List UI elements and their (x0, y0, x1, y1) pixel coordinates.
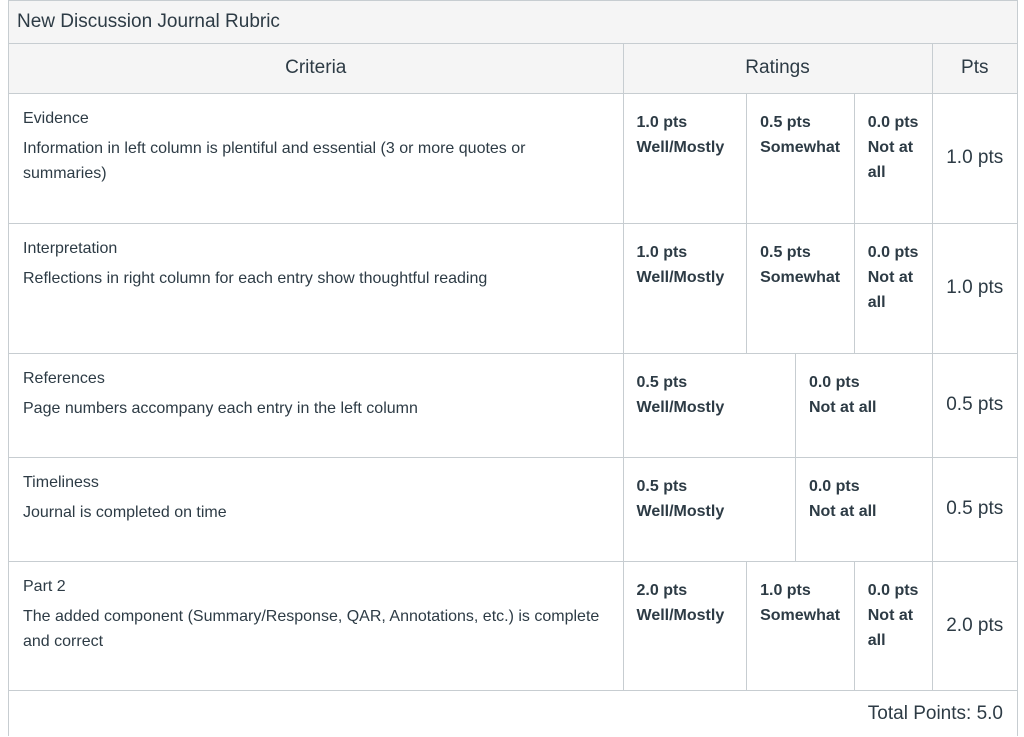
criterion-cell: Part 2 The added component (Summary/Resp… (9, 560, 624, 691)
criterion-row: References Page numbers accompany each e… (9, 352, 1017, 458)
ratings-cell: 1.0 pts Well/Mostly 0.5 pts Somewhat 0.0… (622, 222, 933, 354)
criterion-cell: Interpretation Reflections in right colu… (9, 222, 624, 354)
criterion-points: 0.5 pts (931, 456, 1017, 562)
criterion-points: 0.5 pts (931, 352, 1017, 458)
criterion-description: Page numbers accompany each entry in the… (23, 399, 418, 417)
rating-points: 0.0 pts (867, 243, 919, 261)
criterion-description: Reflections in right column for each ent… (23, 269, 488, 287)
rating-option: 0.5 pts Somewhat (746, 223, 854, 353)
rating-option: 1.0 pts Well/Mostly (624, 94, 747, 223)
rating-label: Somewhat (760, 138, 841, 156)
rating-option: 0.0 pts Not at all (794, 353, 932, 457)
rubric-table: Criteria Ratings Pts Evidence Informatio… (9, 44, 1017, 737)
rating-points: 0.5 pts (636, 477, 688, 495)
rating-option: 0.0 pts Not at all (853, 93, 932, 223)
rating-label: Not at all (867, 138, 914, 181)
criterion-title: Interpretation (23, 239, 118, 257)
rating-points: 1.0 pts (760, 581, 811, 599)
rating-points: 0.0 pts (867, 581, 919, 599)
rating-label: Well/Mostly (636, 138, 725, 156)
rating-points: 0.5 pts (760, 243, 811, 261)
ratings-cell: 1.0 pts Well/Mostly 0.5 pts Somewhat 0.0… (622, 92, 933, 224)
rating-points: 0.5 pts (760, 113, 811, 131)
rating-points: 0.0 pts (808, 477, 860, 495)
criterion-title: Evidence (23, 109, 89, 127)
rating-label: Well/Mostly (636, 398, 725, 416)
rating-option: 0.0 pts Not at all (853, 561, 932, 690)
rating-label: Somewhat (760, 268, 841, 286)
criterion-title: Timeliness (23, 473, 99, 491)
rating-points: 2.0 pts (636, 581, 688, 599)
criteria-header: Criteria (9, 44, 624, 94)
total-row: Total Points: 5.0 (9, 689, 1017, 737)
criterion-cell: References Page numbers accompany each e… (9, 352, 624, 458)
pts-header: Pts (931, 44, 1017, 94)
criterion-title: References (23, 369, 105, 387)
rating-label: Not at all (808, 502, 877, 520)
rating-label: Well/Mostly (636, 606, 725, 624)
rating-points: 0.0 pts (867, 113, 919, 131)
rating-label: Well/Mostly (636, 502, 725, 520)
criterion-row: Timeliness Journal is completed on time … (9, 456, 1017, 562)
criterion-points: 1.0 pts (931, 222, 1017, 354)
rating-label: Not at all (867, 606, 914, 649)
total-points: Total Points: 5.0 (9, 689, 1017, 737)
criterion-description: Journal is completed on time (23, 503, 227, 521)
rating-option: 0.0 pts Not at all (794, 457, 932, 561)
criterion-row: Interpretation Reflections in right colu… (9, 222, 1017, 354)
rubric-panel: New Discussion Journal Rubric Criteria R… (8, 0, 1018, 737)
criterion-description: The added component (Summary/Response, Q… (23, 607, 600, 650)
criterion-points: 2.0 pts (931, 560, 1017, 691)
criterion-row: Part 2 The added component (Summary/Resp… (9, 560, 1017, 691)
rating-points: 1.0 pts (636, 243, 688, 261)
rating-option: 2.0 pts Well/Mostly (624, 562, 747, 690)
rating-option: 0.5 pts Well/Mostly (624, 354, 795, 457)
criterion-title: Part 2 (23, 577, 66, 595)
rating-option: 0.5 pts Somewhat (746, 93, 854, 223)
criterion-cell: Timeliness Journal is completed on time (9, 456, 624, 562)
ratings-cell: 0.5 pts Well/Mostly 0.0 pts Not at all (622, 456, 933, 562)
rating-points: 0.5 pts (636, 373, 688, 391)
ratings-header: Ratings (622, 44, 933, 94)
rating-points: 1.0 pts (636, 113, 688, 131)
rating-label: Not at all (808, 398, 877, 416)
rating-points: 0.0 pts (808, 373, 860, 391)
rating-label: Somewhat (760, 606, 841, 624)
rating-option: 0.0 pts Not at all (853, 223, 932, 353)
ratings-cell: 2.0 pts Well/Mostly 1.0 pts Somewhat 0.0… (622, 560, 933, 691)
criterion-description: Information in left column is plentiful … (23, 139, 526, 182)
criterion-row: Evidence Information in left column is p… (9, 92, 1017, 224)
rating-option: 1.0 pts Somewhat (746, 561, 854, 690)
rating-option: 1.0 pts Well/Mostly (624, 224, 747, 353)
rating-option: 0.5 pts Well/Mostly (624, 458, 795, 561)
rating-label: Well/Mostly (636, 268, 725, 286)
ratings-cell: 0.5 pts Well/Mostly 0.0 pts Not at all (622, 352, 933, 458)
criterion-points: 1.0 pts (931, 92, 1017, 224)
criterion-cell: Evidence Information in left column is p… (9, 92, 624, 224)
rating-label: Not at all (867, 268, 914, 311)
rubric-title: New Discussion Journal Rubric (9, 0, 1017, 44)
